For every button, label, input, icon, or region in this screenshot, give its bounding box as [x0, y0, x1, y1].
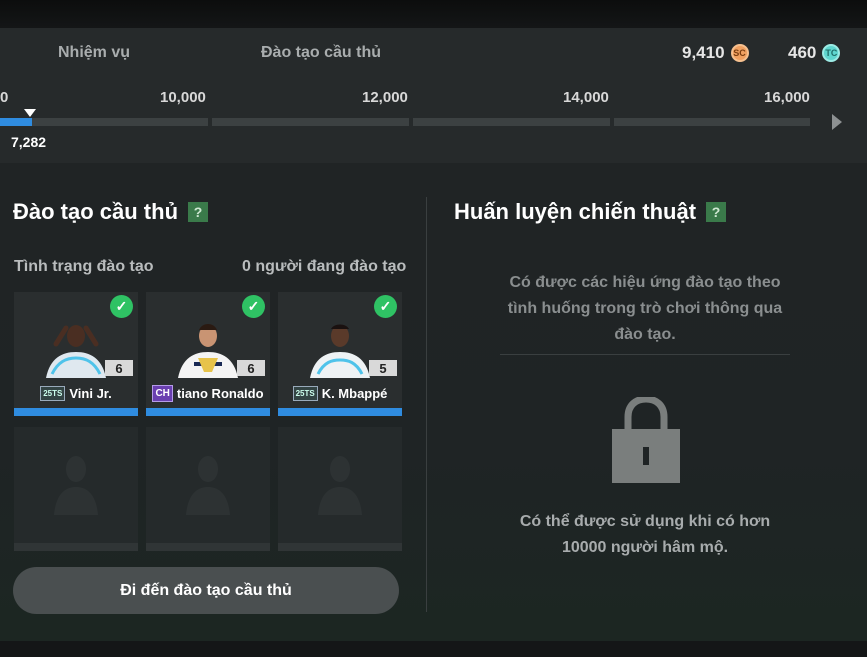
- header-bar: Nhiệm vụ Đào tạo cầu thủ 9,410 SC 460 TC…: [0, 28, 867, 163]
- tactics-description: Có được các hiệu ứng đào tạo theo tình h…: [507, 274, 783, 343]
- tab-player-training[interactable]: Đào tạo cầu thủ: [261, 44, 381, 62]
- player-portrait: [46, 325, 106, 378]
- section-divider: [426, 197, 427, 612]
- help-icon[interactable]: ?: [188, 202, 209, 222]
- check-icon: ✓: [110, 295, 133, 318]
- slot-baseline: [278, 543, 402, 551]
- progress-current-value: 7,282: [11, 134, 47, 150]
- tactics-section-title: Huấn luyện chiến thuật ?: [454, 199, 727, 225]
- description-divider: [500, 354, 790, 355]
- progress-track-segment: [614, 118, 810, 126]
- player-silhouette-icon: [186, 456, 230, 515]
- slot-baseline: [146, 543, 270, 551]
- lock-icon: [612, 397, 680, 483]
- training-progress-bar: [146, 408, 270, 416]
- season-badge-icon: CH: [152, 384, 173, 402]
- tc-amount: 460: [788, 43, 817, 62]
- player-card[interactable]: ✓ 6 25TS Vini Jr.: [14, 292, 138, 416]
- player-name: K. Mbappé: [321, 385, 388, 401]
- progress-track-segment: [212, 118, 409, 126]
- player-silhouette-icon: [54, 456, 98, 515]
- player-card[interactable]: ✓ 6 CH tiano Ronaldo: [146, 292, 270, 416]
- season-badge-icon: 25TS: [292, 385, 318, 401]
- scroll-right-arrow-icon[interactable]: [832, 114, 842, 130]
- player-training-title: Đào tạo cầu thủ: [13, 199, 179, 224]
- season-badge-icon: 25TS: [40, 385, 66, 401]
- tab-missions[interactable]: Nhiệm vụ: [58, 44, 130, 62]
- bottom-bar: [0, 641, 867, 657]
- main-panel: Đào tạo cầu thủ ? Tình trạng đào tạo 0 n…: [0, 163, 867, 641]
- tick-label: 16,000: [764, 89, 810, 106]
- tactics-title: Huấn luyện chiến thuật: [454, 199, 697, 224]
- player-silhouette-icon: [318, 456, 362, 515]
- tick-label: 10,000: [160, 89, 206, 106]
- training-progress-bar: [278, 408, 402, 416]
- empty-training-slot[interactable]: [278, 427, 402, 551]
- player-name-row: 25TS K. Mbappé: [278, 384, 402, 402]
- player-portrait: [178, 324, 238, 378]
- tc-currency: 460 TC: [788, 43, 841, 63]
- player-name: tiano Ronaldo: [176, 385, 264, 401]
- go-to-player-training-button[interactable]: Đi đến đào tạo cầu thủ: [13, 567, 399, 614]
- check-icon: ✓: [242, 295, 265, 318]
- training-status-label: Tình trạng đào tạo: [14, 258, 154, 275]
- sc-coin-icon: SC: [730, 44, 749, 62]
- progress-marker-icon: [24, 109, 36, 117]
- player-name-row: 25TS Vini Jr.: [14, 384, 138, 402]
- slot-baseline: [14, 543, 138, 551]
- training-count-label: 0 người đang đào tạo: [242, 258, 407, 275]
- player-level: 6: [105, 360, 133, 376]
- tc-coin-icon: TC: [822, 44, 841, 62]
- player-level: 5: [369, 360, 397, 376]
- help-icon[interactable]: ?: [706, 202, 727, 222]
- check-icon: ✓: [374, 295, 397, 318]
- tick-label: 12,000: [362, 89, 408, 106]
- progress-fill: [0, 118, 32, 126]
- sc-currency: 9,410 SC: [682, 43, 749, 63]
- empty-training-slot[interactable]: [146, 427, 270, 551]
- player-name: Vini Jr.: [69, 385, 112, 401]
- player-level: 6: [237, 360, 265, 376]
- player-training-section-title: Đào tạo cầu thủ ?: [13, 199, 209, 225]
- player-name-row: CH tiano Ronaldo: [146, 384, 270, 402]
- training-progress-bar: [14, 408, 138, 416]
- locked-message: Có thể được sử dụng khi có hơn 10000 ngư…: [519, 513, 771, 556]
- sc-amount: 9,410: [682, 43, 725, 62]
- tick-label: 14,000: [563, 89, 609, 106]
- player-card[interactable]: ✓ 5 25TS K. Mbappé: [278, 292, 402, 416]
- progress-track-segment: [413, 118, 610, 126]
- player-portrait: [310, 324, 370, 378]
- empty-training-slot[interactable]: [14, 427, 138, 551]
- tick-label-start: 0: [0, 89, 9, 106]
- top-strip: [0, 0, 867, 28]
